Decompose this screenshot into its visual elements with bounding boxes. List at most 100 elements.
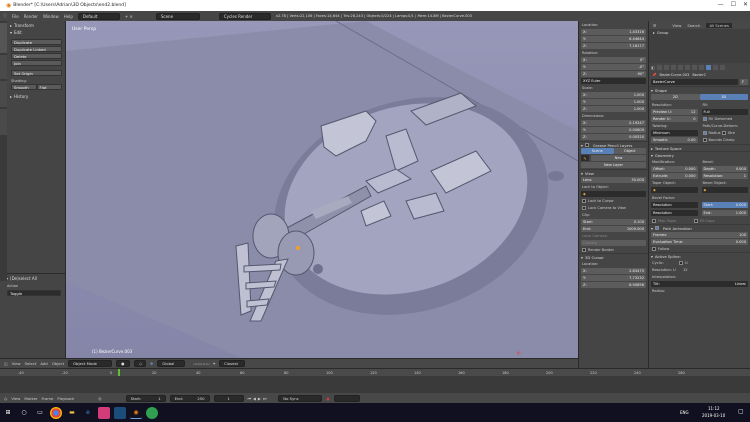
render-u-field[interactable]: Render U: 0 [651, 116, 698, 122]
tl-menu-marker[interactable]: Marker [24, 396, 37, 401]
bf-start-mapping-select[interactable]: Resolution [651, 202, 698, 208]
lock-object-field[interactable]: ◆ [581, 191, 646, 197]
transform-panel-header[interactable]: ▸ Transform [8, 22, 65, 29]
rotation-x-field[interactable]: X: 0° [581, 57, 646, 63]
tl-menu-frame[interactable]: Frame [41, 396, 53, 401]
local-camera-field[interactable]: Camera [581, 240, 646, 246]
search-icon[interactable]: ○ [18, 407, 30, 419]
3d-toggle[interactable]: 3D [699, 94, 748, 100]
smooth-field[interactable]: Smooth: 0.00 [651, 137, 698, 143]
menu-render[interactable]: Render [24, 14, 38, 19]
duplicate-button[interactable]: Duplicate [11, 39, 62, 45]
join-button[interactable]: Join [11, 60, 62, 66]
editor-type-3d-icon[interactable]: ◫ [4, 361, 8, 366]
rotation-mode-select[interactable]: XYZ Euler [581, 78, 646, 84]
menu-add[interactable]: Add [40, 361, 47, 366]
pivot-select[interactable]: ◇ [134, 360, 147, 367]
curve-name-field[interactable]: BezierCurve [651, 79, 738, 85]
dimensions-x-field[interactable]: X: 0.19247 [581, 120, 646, 126]
gp-object-tab[interactable]: Object [613, 148, 646, 154]
edit-panel-header[interactable]: ▾ Edit [8, 29, 65, 36]
dimensions-y-field[interactable]: Y: 0.00600 [581, 127, 646, 133]
bf-start-field[interactable]: Start: 0.000 [701, 202, 748, 208]
gp-new-button[interactable]: New [591, 155, 646, 161]
scene-select[interactable]: Scene [155, 12, 200, 20]
outliner-display-mode[interactable]: All Scenes [706, 22, 732, 28]
radius-checkbox[interactable]: Radius Stre [702, 131, 748, 136]
close-button[interactable]: ✕ [743, 1, 748, 8]
minimize-button[interactable]: — [718, 1, 724, 8]
layout-select[interactable]: Default [77, 12, 120, 20]
frames-field[interactable]: Frames: 100 [651, 232, 748, 238]
manipulator-icon[interactable]: ✥ [150, 361, 153, 366]
editor-type-timeline-icon[interactable]: ◷ [4, 396, 7, 401]
depth-field[interactable]: Depth: 0.000 [701, 166, 748, 172]
bevel-object-field[interactable]: ◆ [701, 187, 748, 193]
rotation-y-field[interactable]: Y: -0° [581, 64, 646, 70]
windows-start-icon[interactable]: ⊞ [2, 407, 14, 419]
outliner-row-group[interactable]: ▸ Group [649, 29, 750, 36]
location-y-field[interactable]: Y: 6.44644 [581, 36, 646, 42]
photos-icon[interactable] [98, 406, 110, 419]
timeline-ruler[interactable]: -40 -20 0 20 40 60 80 100 120 140 160 18… [0, 369, 750, 376]
2d-toggle[interactable]: 2D [651, 94, 700, 100]
set-origin-button[interactable]: Set Origin [11, 70, 62, 76]
preview-u-field[interactable]: Preview U: 12 [651, 109, 698, 115]
scale-z-field[interactable]: Z: 1.000 [581, 106, 646, 112]
location-x-field[interactable]: X: 1.43316 [581, 29, 646, 35]
notification-icon[interactable]: ▢ [738, 408, 744, 415]
3d-viewport[interactable]: User Persp ✛ (1) BezierCurve.003 [66, 21, 578, 360]
menu-view[interactable]: View [12, 361, 21, 366]
cursor-y-field[interactable]: Y: 7.73232 [581, 275, 646, 281]
scale-x-field[interactable]: X: 1.000 [581, 92, 646, 98]
layer-buttons[interactable]: ▫▫▫▫▫▫▫▫▫▫ [193, 361, 210, 366]
snap-icon[interactable]: ⌖ [213, 361, 215, 366]
dimensions-z-field[interactable]: Z: 0.00520 [581, 134, 646, 140]
cursor-z-field[interactable]: Z: 6.90856 [581, 282, 646, 288]
grease-pencil-header[interactable]: ▾ Grease Pencil Layers [579, 141, 648, 148]
language-indicator[interactable]: ENG [680, 410, 689, 415]
record-icon[interactable]: ● [326, 396, 329, 401]
end-frame-field[interactable]: End: 250 [169, 394, 210, 402]
history-panel-header[interactable]: ▸ History [8, 93, 65, 100]
clock-date[interactable]: 2019-03-10 [702, 413, 725, 418]
playback-controls[interactable]: ⏮◀▶⏭ [248, 396, 269, 401]
lock-camera-checkbox[interactable]: Lock Camera to View [582, 206, 645, 211]
render-engine-select[interactable]: Cycles Render [218, 12, 271, 20]
bf-end-mapping-select[interactable]: Resolution [651, 210, 698, 216]
location-z-field[interactable]: Z: 7.16177 [581, 43, 646, 49]
mode-select[interactable]: Object Mode [68, 360, 113, 367]
outliner-menu-search[interactable]: Search [687, 23, 700, 28]
tilt-select[interactable]: Tilt: Linear [651, 281, 748, 287]
operator-panel-header[interactable]: ▾ (De)select All [4, 275, 64, 282]
current-frame-field[interactable]: 1 [213, 394, 244, 402]
menu-select[interactable]: Select [25, 361, 37, 366]
tool-tabs[interactable] [0, 21, 7, 281]
twist-mode-select[interactable]: Minimum [651, 130, 698, 136]
blender-taskbar-icon[interactable]: ◉ [130, 407, 142, 419]
action-select[interactable]: Toggle [7, 290, 61, 296]
pin-icon[interactable]: 📌 [652, 73, 656, 77]
start-frame-field[interactable]: Start: 1 [125, 394, 166, 402]
taper-object-field[interactable]: ◆ [651, 187, 698, 193]
lock-cursor-checkbox[interactable]: Lock to Cursor [582, 199, 645, 204]
extrude-field[interactable]: Extrude: 0.000 [651, 173, 698, 179]
chrome-icon[interactable] [50, 406, 62, 419]
scale-y-field[interactable]: Y: 1.000 [581, 99, 646, 105]
outliner-editor-icon[interactable]: ☰ [653, 23, 656, 28]
bounds-clamp-checkbox[interactable]: Bounds Clamp [702, 138, 748, 143]
keying-icon[interactable]: ◎ [98, 396, 101, 401]
new-layer-button[interactable]: New Layer [581, 162, 646, 168]
rotation-z-field[interactable]: Z: -90° [581, 71, 646, 77]
clip-start-field[interactable]: Start: 0.100 [581, 219, 646, 225]
smooth-button[interactable]: Smooth [11, 84, 37, 90]
shape-panel-header[interactable]: ▾ Shape [649, 86, 750, 93]
geometry-header[interactable]: ▾ Geometry [649, 151, 750, 158]
fill-deformed-checkbox[interactable]: Fill Deformed [702, 117, 748, 122]
orientation-select[interactable]: Global [157, 360, 186, 367]
clock-time[interactable]: 11:12 [708, 406, 720, 411]
menu-help[interactable]: Help [64, 14, 73, 19]
edge-icon[interactable]: e [82, 407, 94, 419]
cursor-x-field[interactable]: X: 2.83475 [581, 268, 646, 274]
tl-menu-playback[interactable]: Playback [57, 396, 74, 401]
